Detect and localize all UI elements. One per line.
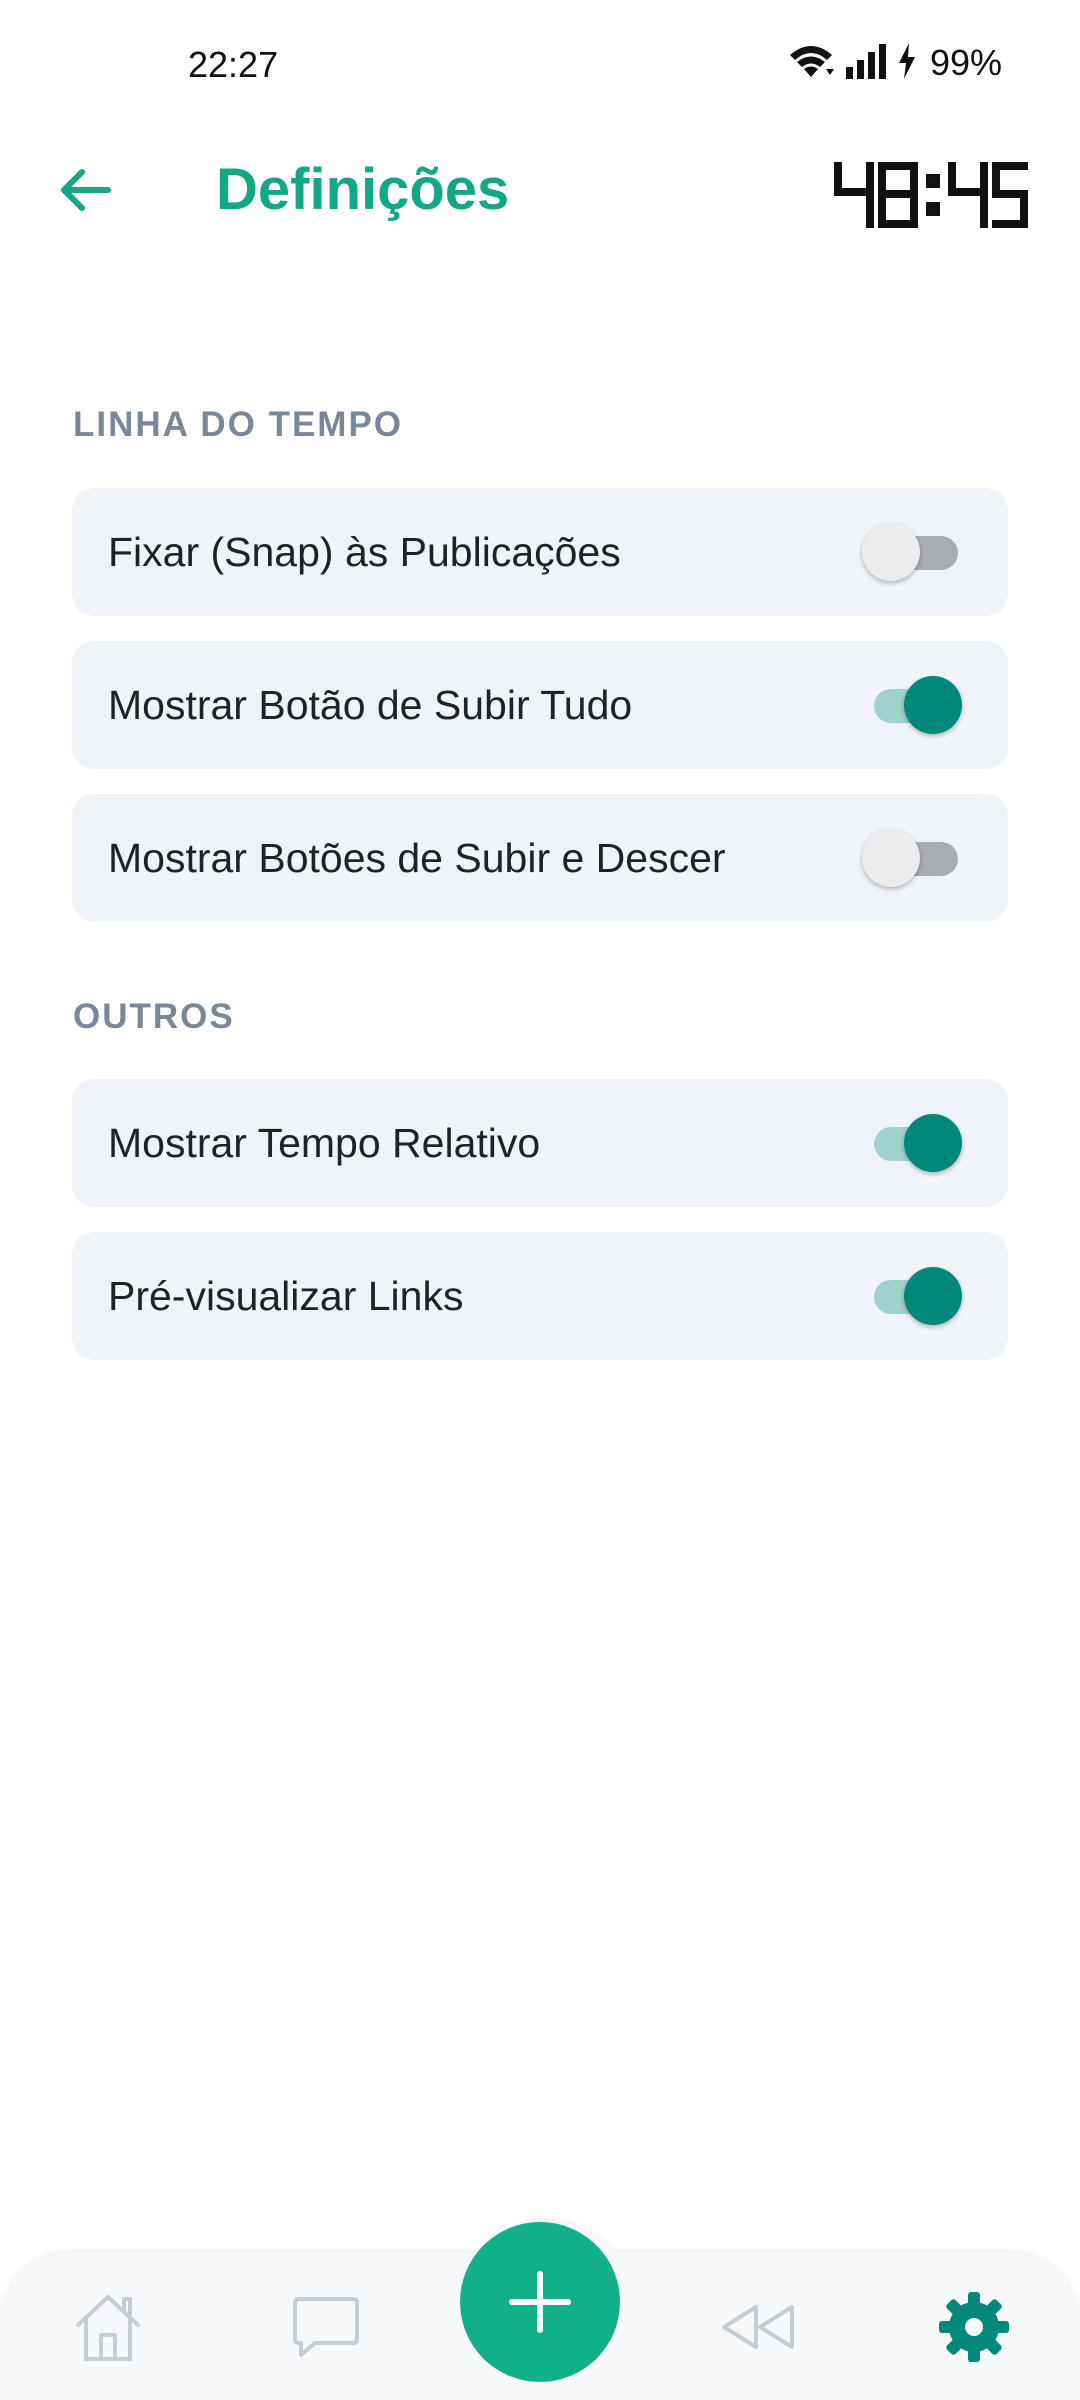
setting-label: Mostrar Tempo Relativo [108, 1120, 541, 1166]
setting-row-snap-publications[interactable]: Fixar (Snap) às Publicações [72, 488, 1008, 616]
battery-percentage: 99% [929, 42, 1002, 83]
rewind-icon [722, 2305, 794, 2349]
up-down-buttons-toggle[interactable] [862, 828, 962, 888]
home-icon [76, 2295, 140, 2361]
timer-display [830, 148, 1030, 238]
charging-bolt-icon [896, 41, 918, 86]
toggle-thumb [904, 1114, 962, 1172]
toggle-thumb [862, 523, 920, 581]
arrow-left-icon [61, 169, 111, 211]
setting-label: Mostrar Botão de Subir Tudo [108, 682, 633, 728]
chat-bubble-icon [293, 2297, 359, 2357]
snap-publications-toggle[interactable] [862, 522, 962, 582]
add-post-button[interactable] [460, 2222, 620, 2382]
nav-settings[interactable] [924, 2282, 1024, 2372]
nav-messages[interactable] [275, 2282, 375, 2372]
status-bar: 22:27 99% [0, 0, 1080, 130]
setting-label: Fixar (Snap) às Publicações [108, 529, 621, 575]
scroll-top-button-toggle[interactable] [862, 675, 962, 735]
app-bar: Definições [0, 130, 1080, 250]
section-label-timeline: LINHA DO TEMPO [73, 405, 404, 444]
setting-row-relative-time[interactable]: Mostrar Tempo Relativo [72, 1079, 1008, 1207]
section-label-others: OUTROS [73, 997, 235, 1036]
page-title: Definições [216, 157, 510, 222]
setting-label: Pré-visualizar Links [108, 1273, 464, 1319]
setting-row-up-down-buttons[interactable]: Mostrar Botões de Subir e Descer [72, 794, 1008, 922]
nav-rewind[interactable] [708, 2282, 808, 2372]
wifi-icon [786, 41, 836, 86]
toggle-thumb [862, 829, 920, 887]
setting-row-scroll-top-button[interactable]: Mostrar Botão de Subir Tudo [72, 641, 1008, 769]
toggle-thumb [904, 1267, 962, 1325]
status-time: 22:27 [188, 44, 279, 85]
relative-time-toggle[interactable] [862, 1113, 962, 1173]
signal-icon [844, 41, 888, 86]
back-button[interactable] [48, 154, 120, 226]
add-icon [509, 2271, 571, 2333]
nav-home[interactable] [58, 2282, 158, 2372]
setting-row-link-preview[interactable]: Pré-visualizar Links [72, 1232, 1008, 1360]
toggle-thumb [904, 676, 962, 734]
link-preview-toggle[interactable] [862, 1266, 962, 1326]
gear-icon [939, 2292, 1009, 2362]
status-icons: 99% [786, 40, 1002, 86]
setting-label: Mostrar Botões de Subir e Descer [108, 835, 726, 881]
